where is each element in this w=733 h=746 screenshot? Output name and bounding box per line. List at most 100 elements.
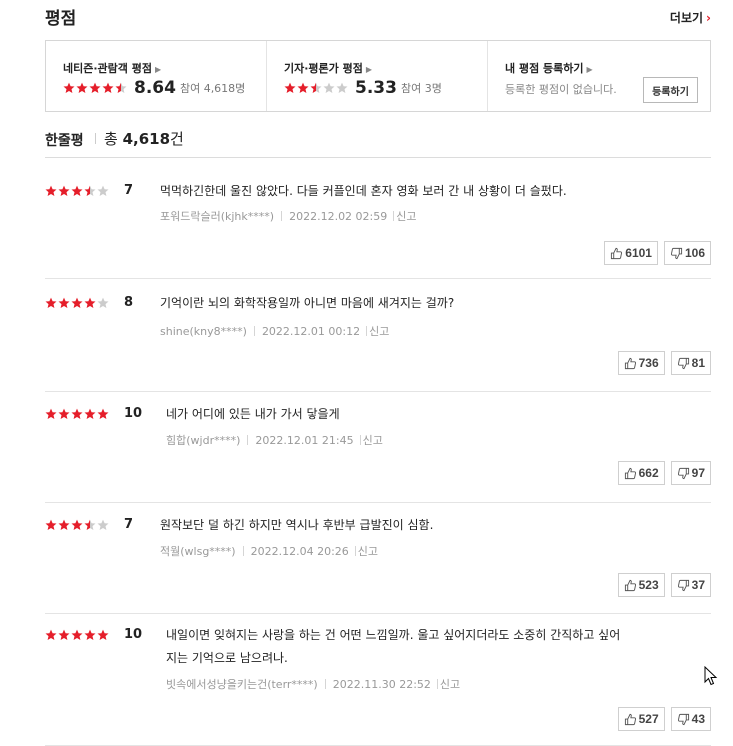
thumbs-down-icon	[677, 713, 689, 725]
review-author[interactable]: shine(kny8****)	[160, 325, 247, 338]
review-date: 2022.12.01 00:12	[261, 324, 361, 338]
netizen-stars	[63, 82, 128, 94]
star-icon	[71, 185, 83, 196]
more-link[interactable]: 더보기 ›	[670, 9, 711, 26]
vote-buttons: 6101 106	[604, 241, 711, 265]
section-title: 평점	[45, 9, 77, 29]
my-rating-title[interactable]: 내 평점 등록하기 ▶	[505, 60, 593, 76]
report-link[interactable]: 신고	[369, 323, 389, 339]
star-icon	[71, 297, 83, 308]
dislike-button[interactable]: 97	[670, 461, 711, 485]
review-date: 2022.11.30 22:52	[332, 677, 431, 691]
report-link[interactable]: 신고	[363, 432, 383, 448]
netizen-rating: 네티즌·관람객 평점 ▶ 8.64 참여 4,618명	[46, 41, 267, 111]
vote-buttons: 527 43	[617, 707, 711, 731]
star-icon	[58, 297, 70, 308]
thumbs-up-icon	[611, 247, 623, 259]
like-button[interactable]: 527	[617, 707, 665, 731]
review-stars	[45, 629, 110, 641]
star-icon	[76, 82, 88, 93]
divider	[281, 211, 283, 221]
divider	[242, 546, 244, 556]
dislike-count: 81	[691, 356, 705, 370]
star-icon	[71, 408, 83, 419]
review-score: 10	[124, 627, 143, 642]
critic-score: 5.33	[355, 78, 397, 98]
review-stars	[45, 185, 110, 197]
divider	[354, 546, 356, 556]
review-stars	[45, 519, 110, 531]
rating-summary: 네티즌·관람객 평점 ▶ 8.64 참여 4,618명 기자·평론가 평점 ▶ 5.…	[45, 40, 711, 112]
review-item: 10 내일이면 잊혀지는 사랑을 하는 건 어떤 느낌일까. 울고 싶어지더라도…	[45, 614, 711, 746]
dislike-button[interactable]: 81	[670, 351, 711, 375]
review-text: 내일이면 잊혀지는 사랑을 하는 건 어떤 느낌일까. 울고 싶어지더라도 소중…	[166, 624, 620, 670]
like-button[interactable]: 662	[617, 461, 665, 485]
review-author[interactable]: 포워드락슬러(kjhk****)	[160, 208, 274, 224]
review-author[interactable]: 빗속에서성냥을키는건(terr****)	[166, 676, 318, 692]
star-icon	[71, 629, 83, 640]
divider	[253, 326, 255, 336]
dislike-button[interactable]: 106	[663, 241, 711, 265]
report-link[interactable]: 신고	[440, 676, 460, 692]
vote-buttons: 662 97	[617, 461, 711, 485]
like-count: 662	[638, 466, 659, 480]
chevron-right-icon: ›	[706, 11, 711, 25]
divider	[324, 679, 326, 689]
review-text: 원작보단 덜 하긴 하지만 역시나 후반부 급발진이 심함.	[160, 514, 433, 537]
report-link[interactable]: 신고	[358, 543, 378, 559]
like-button[interactable]: 736	[617, 351, 665, 375]
like-count: 736	[638, 356, 659, 370]
review-list-title: 한줄평	[45, 133, 84, 149]
like-button[interactable]: 6101	[604, 241, 658, 265]
review-meta: 적월(wlsg****) 2022.12.04 20:26 신고	[160, 543, 378, 559]
dislike-count: 106	[684, 246, 705, 260]
review-item: 7 먹먹하긴한데 울진 않았다. 다들 커플인데 혼자 영화 보러 간 내 상황…	[45, 170, 711, 279]
review-author[interactable]: 힘합(wjdr****)	[166, 432, 240, 448]
my-rating: 내 평점 등록하기 ▶ 등록한 평점이 없습니다. 등록하기	[488, 41, 710, 111]
star-icon	[45, 185, 57, 196]
star-icon	[336, 82, 348, 93]
star-icon	[323, 82, 335, 93]
star-icon	[84, 297, 96, 308]
more-label[interactable]: 더보기	[670, 11, 703, 25]
vote-buttons: 736 81	[617, 351, 711, 375]
thumbs-down-icon	[677, 579, 689, 591]
review-stars	[45, 297, 110, 309]
thumbs-down-icon	[670, 247, 683, 259]
critic-participants: 참여 3명	[400, 82, 442, 95]
critic-rating-title[interactable]: 기자·평론가 평점 ▶	[284, 60, 372, 76]
netizen-rating-title[interactable]: 네티즌·관람객 평점 ▶	[63, 60, 161, 76]
star-icon	[297, 82, 309, 93]
report-link[interactable]: 신고	[396, 208, 416, 224]
review-date: 2022.12.02 02:59	[289, 209, 388, 223]
star-icon	[84, 629, 96, 640]
review-meta: shine(kny8****) 2022.12.01 00:12 신고	[160, 323, 389, 339]
star-icon	[63, 82, 75, 93]
star-icon	[45, 297, 57, 308]
star-icon	[58, 408, 70, 419]
dislike-button[interactable]: 37	[670, 573, 711, 597]
star-icon	[97, 519, 109, 530]
critic-rating: 기자·평론가 평점 ▶ 5.33 참여 3명	[267, 41, 488, 111]
divider	[366, 326, 368, 336]
like-button[interactable]: 523	[617, 573, 665, 597]
review-item: 8 기억이란 뇌의 화학작용일까 아니면 마음에 새겨지는 걸까? shine(…	[45, 281, 711, 392]
star-icon	[97, 185, 109, 196]
review-text-line: 내일이면 잊혀지는 사랑을 하는 건 어떤 느낌일까. 울고 싶어지더라도 소중…	[166, 628, 621, 642]
star-icon	[84, 519, 96, 530]
star-icon	[58, 629, 70, 640]
arrow-right-icon: ▶	[586, 65, 593, 74]
thumbs-up-icon	[624, 467, 636, 479]
rating-header: 평점 더보기 ›	[45, 4, 711, 30]
dislike-count: 37	[691, 578, 705, 592]
vote-buttons: 523 37	[617, 573, 711, 597]
star-icon	[284, 82, 296, 93]
star-icon	[115, 82, 127, 93]
review-list-header: 한줄평 총 4,618건	[45, 128, 711, 158]
divider	[247, 435, 249, 445]
review-author[interactable]: 적월(wlsg****)	[160, 543, 236, 559]
review-text: 기억이란 뇌의 화학작용일까 아니면 마음에 새겨지는 걸까?	[160, 292, 454, 315]
register-rating-button[interactable]: 등록하기	[643, 77, 698, 103]
dislike-button[interactable]: 43	[670, 707, 711, 731]
netizen-score: 8.64	[134, 78, 176, 98]
